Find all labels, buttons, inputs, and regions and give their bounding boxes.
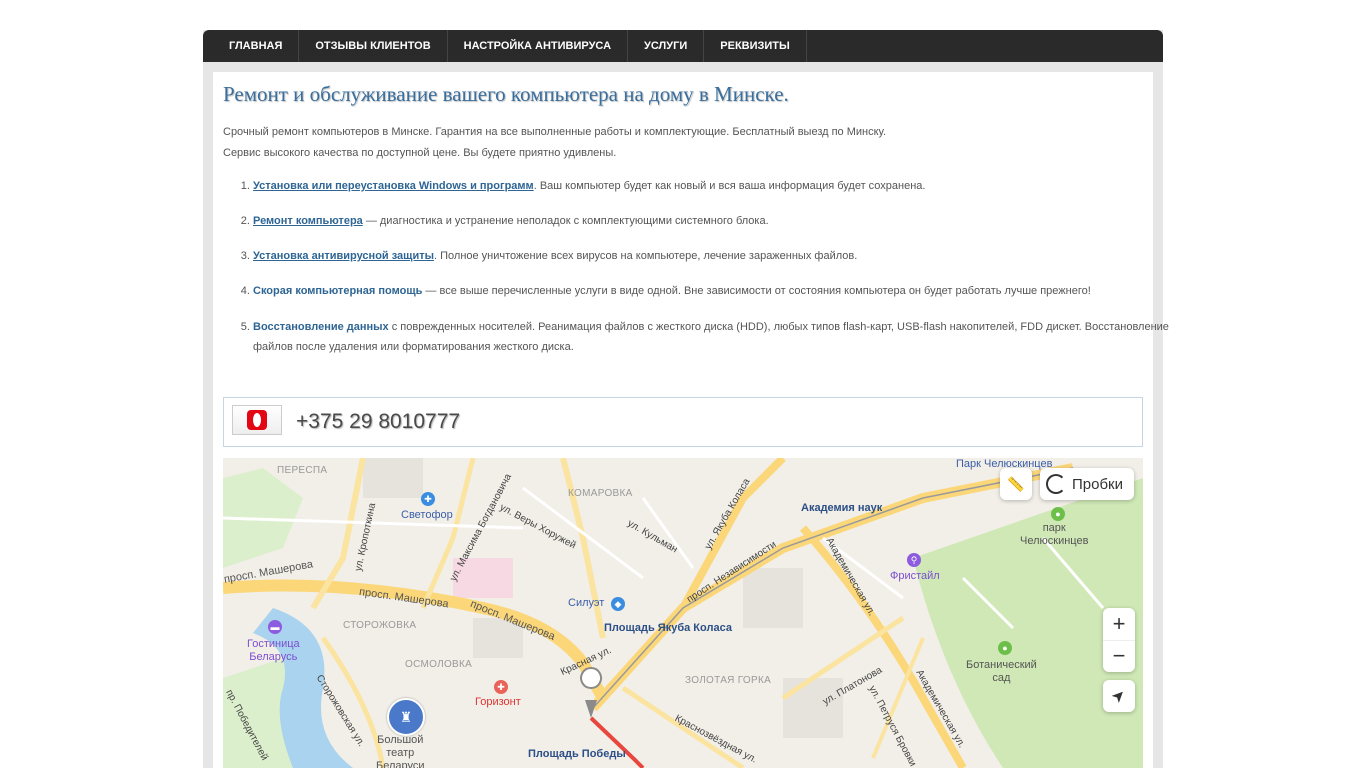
services-list: Установка или переустановка Windows и пр…	[223, 176, 1173, 372]
service-title-recovery: Восстановление данных	[253, 321, 389, 333]
service-item: Ремонт компьютера — диагностика и устран…	[253, 211, 1173, 231]
park-pin-icon[interactable]: ●	[1051, 507, 1065, 521]
park-pin-icon[interactable]: ●	[998, 641, 1012, 655]
service-item: Скорая компьютерная помощь — все выше пе…	[253, 281, 1173, 301]
service-link-antivirus[interactable]: Установка антивирусной защиты	[253, 250, 434, 262]
traffic-icon	[1046, 474, 1066, 494]
intro-paragraph: Срочный ремонт компьютеров в Минске. Гар…	[223, 126, 886, 138]
map-label-metro[interactable]: Площадь Победы	[528, 748, 626, 760]
service-link-windows[interactable]: Установка или переустановка Windows и пр…	[253, 180, 534, 192]
nav-item-reviews[interactable]: ОТЗЫВЫ КЛИЕНТОВ	[299, 30, 448, 62]
theatre-pin-icon[interactable]: ♜	[387, 698, 425, 736]
page-title: Ремонт и обслуживание вашего компьютера …	[223, 82, 789, 106]
main-navigation: ГЛАВНАЯ ОТЗЫВЫ КЛИЕНТОВ НАСТРОЙКА АНТИВИ…	[203, 30, 1163, 62]
service-title-emergency: Скорая компьютерная помощь	[253, 285, 423, 297]
navigation-arrow-icon: ➤	[1108, 685, 1131, 708]
map-label-poi[interactable]: Силуэт	[568, 597, 604, 609]
intro-paragraph: Сервис высокого качества по доступной це…	[223, 147, 617, 159]
map-label-metro[interactable]: Площадь Якуба Коласа	[604, 622, 732, 634]
fitness-pin-icon[interactable]: ⚲	[907, 553, 921, 567]
nav-item-services[interactable]: УСЛУГИ	[628, 30, 705, 62]
shop-pin-icon[interactable]: ◆	[611, 597, 625, 611]
hotel-pin-icon[interactable]: ▬	[268, 620, 282, 634]
ruler-button[interactable]: 📏	[1000, 468, 1032, 500]
contact-phone-box: +375 29 8010777	[223, 397, 1143, 447]
service-description: . Полное уничтожение всех вирусов на ком…	[434, 250, 858, 262]
map-label-district: СТОРОЖОВКА	[343, 620, 417, 631]
map-label-district: ОСМОЛОВКА	[405, 659, 473, 670]
nav-item-antivirus[interactable]: НАСТРОЙКА АНТИВИРУСА	[448, 30, 629, 62]
service-description: — диагностика и устранение неполадок с к…	[362, 215, 769, 227]
map-label-poi[interactable]: Большой театр Беларуси	[376, 734, 425, 768]
geolocation-button[interactable]: ➤	[1103, 680, 1135, 712]
map-label-poi[interactable]: Гостиница Беларусь	[247, 638, 300, 664]
zoom-control: + −	[1103, 608, 1135, 672]
map-label-park[interactable]: парк Челюскинцев	[1020, 522, 1088, 548]
service-description: — все выше перечисленные услуги в виде о…	[422, 285, 1091, 297]
main-content: Ремонт и обслуживание вашего компьютера …	[213, 72, 1169, 768]
map-label-metro[interactable]: Академия наук	[801, 502, 882, 514]
page-wrapper: ГЛАВНАЯ ОТЗЫВЫ КЛИЕНТОВ НАСТРОЙКА АНТИВИ…	[203, 30, 1169, 768]
mts-logo-icon	[232, 405, 282, 435]
traffic-button[interactable]: Пробки	[1040, 468, 1134, 500]
map-label-district: КОМАРОВКА	[568, 488, 633, 499]
service-link-repair[interactable]: Ремонт компьютера	[253, 215, 363, 227]
zoom-in-button[interactable]: +	[1103, 608, 1135, 641]
service-description: с поврежденных носителей. Реанимация фай…	[253, 321, 1169, 353]
map-label-district: ПЕРЕСПА	[277, 465, 328, 476]
yandex-map[interactable]: ПЕРЕСПА КОМАРОВКА СТОРОЖОВКА ОСМОЛОВКА З…	[223, 458, 1143, 768]
intro-text: Срочный ремонт компьютеров в Минске. Гар…	[223, 122, 886, 164]
traffic-label: Пробки	[1072, 475, 1123, 493]
map-label-poi[interactable]: Светофор	[401, 509, 453, 521]
service-description: . Ваш компьютер будет как новый и вся ва…	[533, 180, 926, 192]
nav-item-home[interactable]: ГЛАВНАЯ	[203, 30, 300, 62]
map-label-poi[interactable]: Фристайл	[890, 570, 940, 582]
service-item: Установка антивирусной защиты. Полное ун…	[253, 246, 1173, 266]
zoom-out-button[interactable]: −	[1103, 641, 1135, 673]
phone-number[interactable]: +375 29 8010777	[296, 410, 460, 434]
map-label-park[interactable]: Ботанический сад	[966, 659, 1037, 685]
nav-item-requisites[interactable]: РЕКВИЗИТЫ	[704, 30, 807, 62]
map-label-district: ЗОЛОТАЯ ГОРКА	[685, 675, 772, 686]
service-item: Восстановление данных с поврежденных нос…	[253, 317, 1173, 357]
ruler-icon: 📏	[1007, 475, 1025, 492]
medical-pin-icon[interactable]: ✚	[494, 680, 508, 694]
shop-pin-icon[interactable]: ✚	[421, 492, 435, 506]
service-item: Установка или переустановка Windows и пр…	[253, 176, 1173, 196]
map-label-poi[interactable]: Горизонт	[475, 696, 521, 708]
